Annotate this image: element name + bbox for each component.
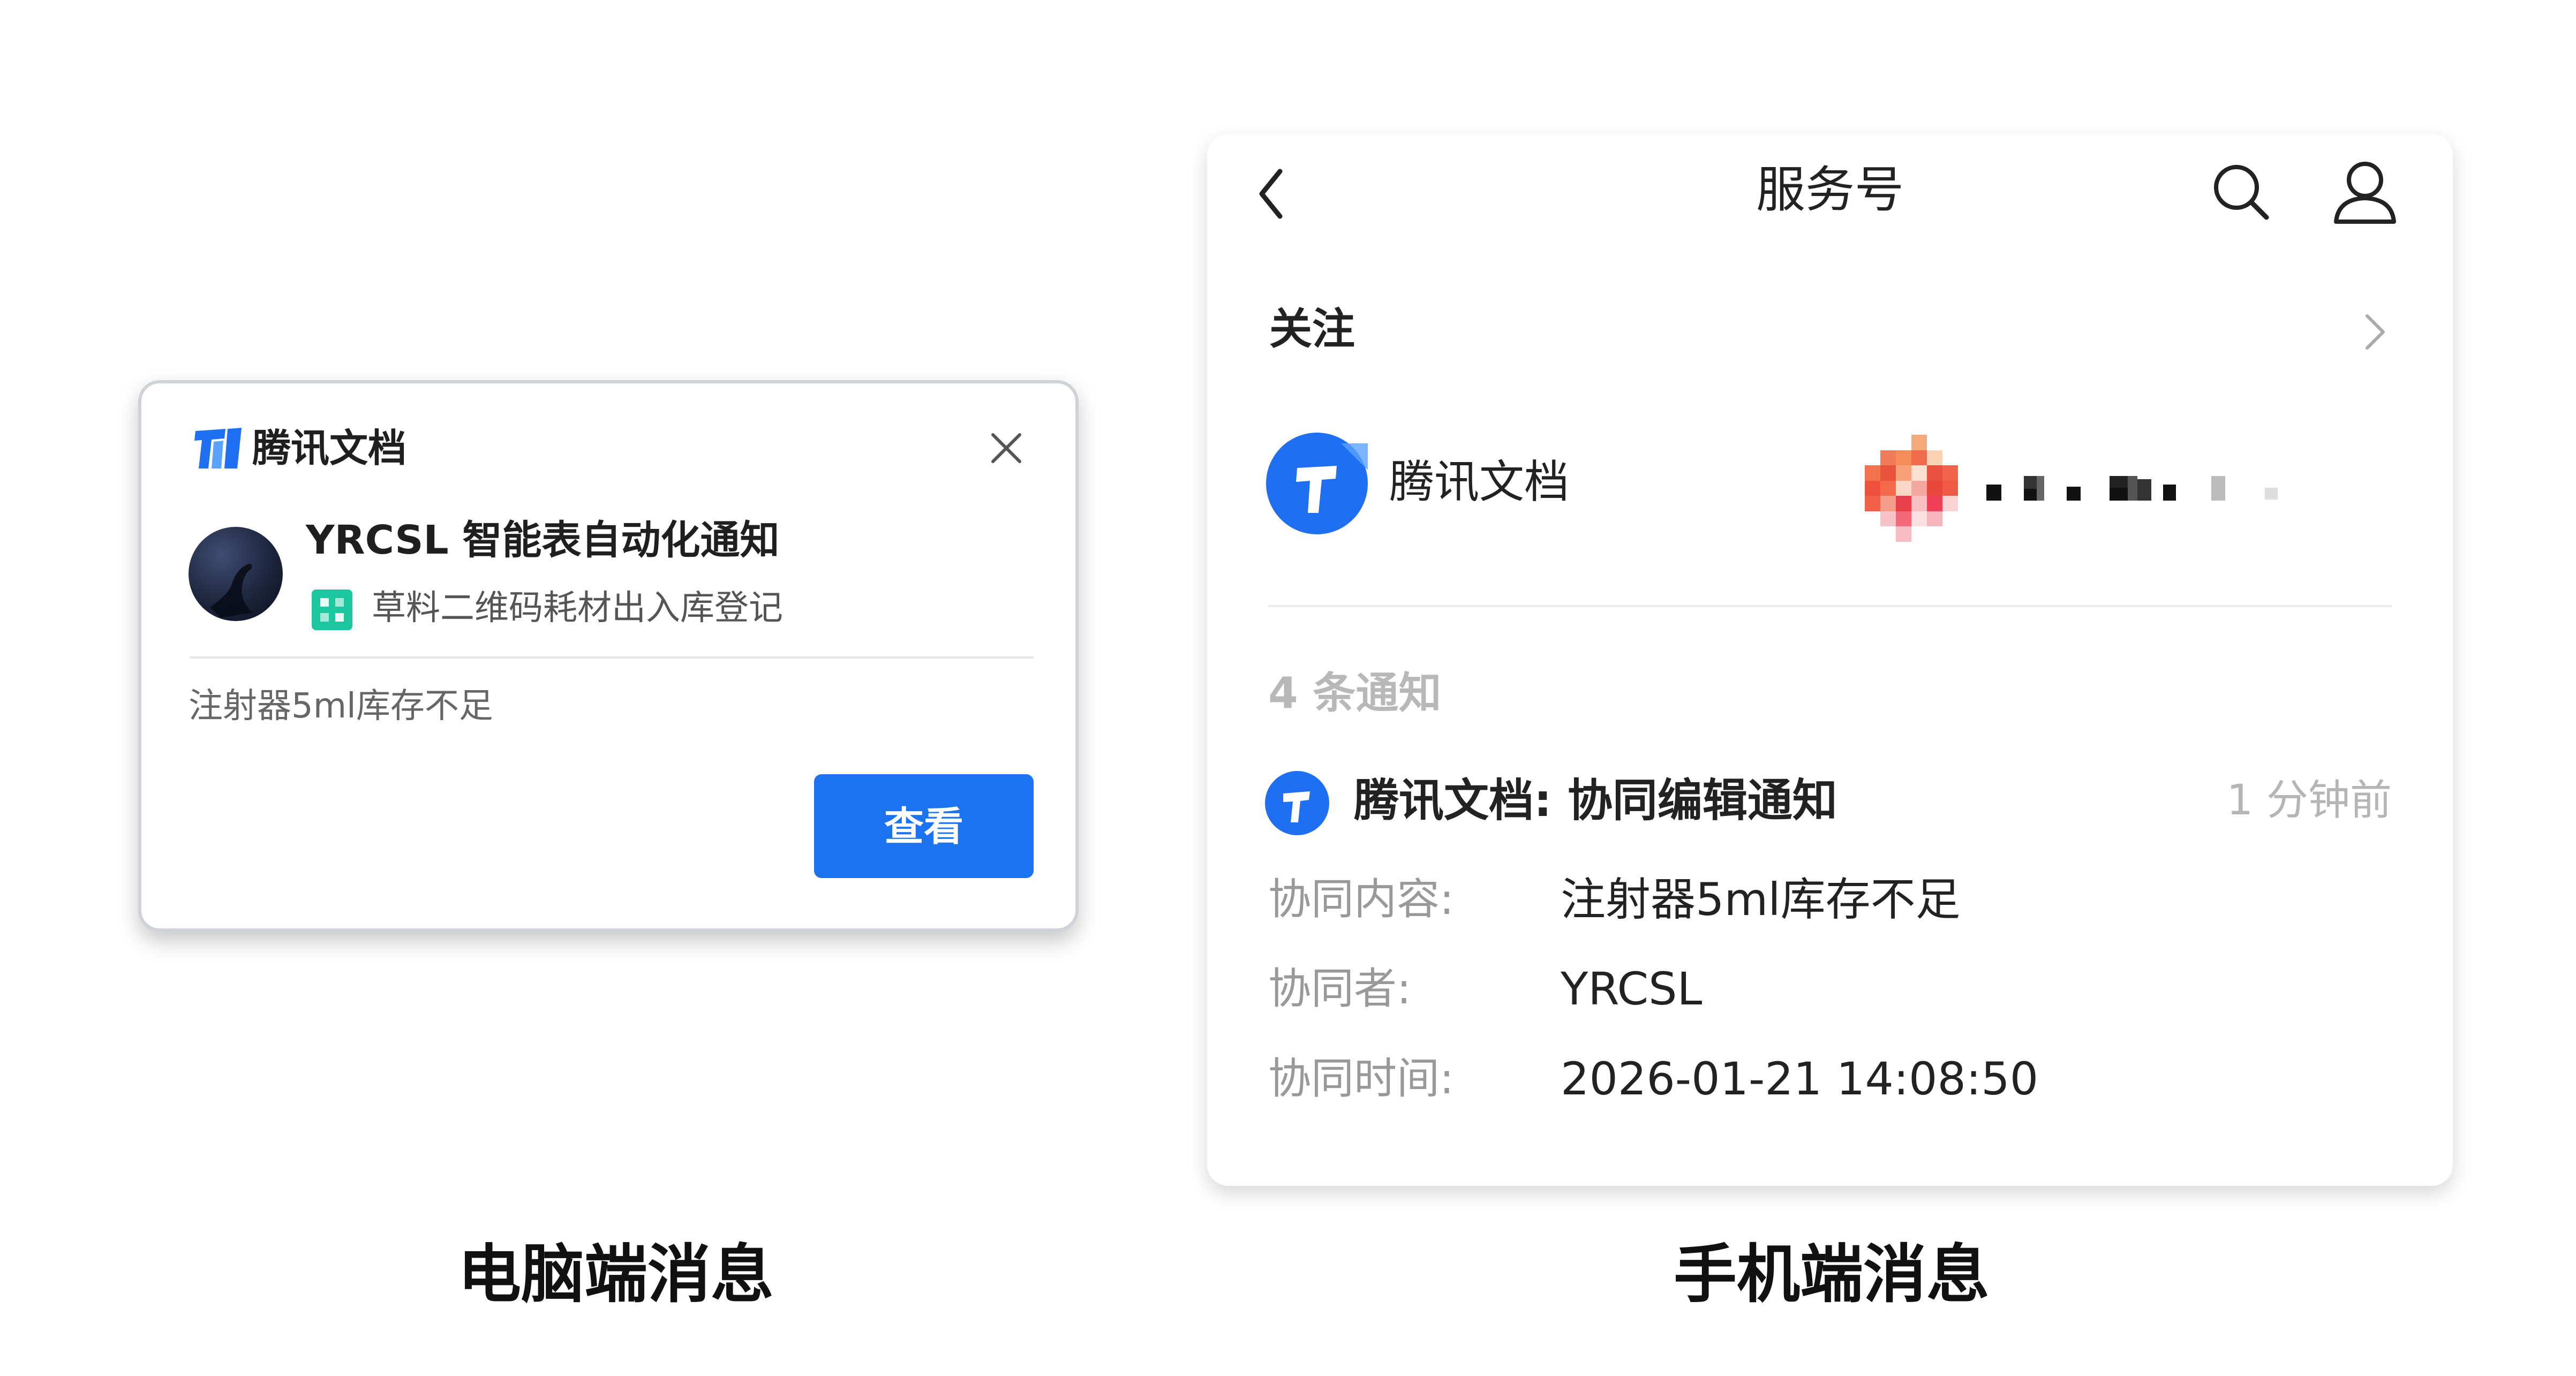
notification-title[interactable]: 腾讯文档: 协同编辑通知: [1354, 768, 1837, 833]
search-icon[interactable]: [2209, 160, 2273, 224]
notification-time: 1 分钟前: [2226, 776, 2392, 825]
desktop-notification-card: 腾讯文档 YRCSL 智能表自动化通知 草料二维码耗材出入库登记 注射器5ml库…: [138, 380, 1079, 932]
close-icon[interactable]: [988, 429, 1025, 467]
view-button[interactable]: 查看: [814, 774, 1034, 878]
field-label-collaborator: 协同者:: [1268, 964, 1411, 1014]
blurred-avatar[interactable]: [1865, 435, 1958, 542]
field-label-time: 协同时间:: [1268, 1054, 1454, 1103]
notification-subtitle: 草料二维码耗材出入库登记: [372, 588, 783, 628]
tencent-docs-icon: [1265, 771, 1329, 835]
field-value-content: 注射器5ml库存不足: [1561, 873, 1961, 926]
chevron-right-icon[interactable]: [2359, 311, 2391, 353]
divider: [1268, 605, 2392, 607]
field-value-collaborator: YRCSL: [1561, 963, 1703, 1015]
notification-brand: 腾讯文档: [192, 426, 406, 471]
blurred-account-name[interactable]: [1986, 468, 2308, 511]
tencent-docs-icon: [194, 428, 242, 468]
mobile-caption: 手机端消息: [1673, 1237, 1990, 1311]
follow-section-label: 关注: [1269, 304, 1355, 354]
field-label-content: 协同内容:: [1268, 874, 1454, 924]
smart-sheet-icon: [312, 589, 352, 630]
tencent-docs-account-icon[interactable]: [1266, 433, 1368, 534]
avatar-image: [210, 564, 253, 618]
divider: [190, 656, 1034, 659]
notification-title: YRCSL 智能表自动化通知: [306, 517, 780, 563]
notification-count: 4 条通知: [1268, 668, 1442, 718]
notification-message: 注射器5ml库存不足: [189, 686, 493, 726]
avatar: [189, 527, 283, 621]
field-value-time: 2026-01-21 14:08:50: [1561, 1053, 2039, 1105]
desktop-caption: 电脑端消息: [457, 1237, 774, 1311]
mobile-service-panel: 服务号 关注 腾讯文档 4 条通知 腾讯文档: 协同编辑通知 1 分钟前 协同内…: [1207, 134, 2453, 1186]
user-icon[interactable]: [2331, 157, 2399, 226]
brand-name: 腾讯文档: [252, 426, 407, 471]
account-name[interactable]: 腾讯文档: [1389, 450, 1569, 514]
